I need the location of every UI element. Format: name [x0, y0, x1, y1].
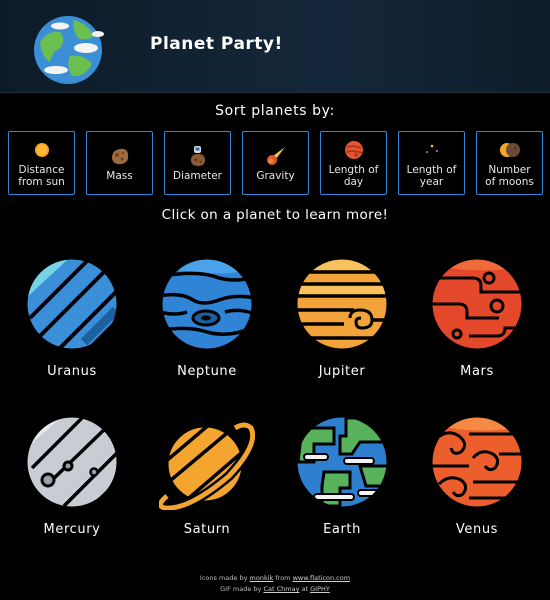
planet-name: Mercury: [43, 522, 101, 537]
icon-credit-line: Icons made by monkik from www.flaticon.c…: [199, 574, 351, 582]
sort-label: Number of moons: [485, 164, 534, 188]
sort-label: Length of year: [406, 164, 457, 188]
planet-name: Saturn: [183, 522, 231, 537]
earth-planet-icon: [294, 414, 390, 510]
sort-label: Length of day: [328, 164, 379, 188]
mercury-icon: [24, 414, 120, 510]
planet-card-mars[interactable]: Mars: [422, 256, 532, 396]
jupiter-icon: [294, 256, 390, 352]
mars-icon: [429, 256, 525, 352]
icon-author-link[interactable]: monkik: [250, 574, 274, 582]
page-title: Planet Party!: [150, 34, 283, 54]
planet-card-neptune[interactable]: Neptune: [152, 256, 262, 396]
sort-mass-button[interactable]: Mass: [86, 131, 153, 195]
uranus-icon: [24, 256, 120, 352]
planet-name: Earth: [323, 522, 361, 537]
mars-planet-icon: [344, 141, 363, 159]
sort-heading: Sort planets by:: [215, 103, 335, 119]
sort-gravity-button[interactable]: Gravity: [242, 131, 309, 195]
asteroid-icon: [111, 148, 128, 165]
astronaut-asteroid-icon: [190, 146, 205, 166]
saturn-icon: [159, 420, 255, 510]
gif-credit-line: GIF made by Cat Chmay at GIPHY: [220, 585, 330, 593]
planet-card-mercury[interactable]: Mercury: [17, 414, 127, 554]
gif-author-link[interactable]: Cat Chmay: [263, 585, 299, 593]
neptune-icon: [159, 256, 255, 352]
sort-diameter-button[interactable]: Diameter: [164, 131, 231, 195]
planet-card-jupiter[interactable]: Jupiter: [287, 256, 397, 396]
planet-name: Jupiter: [318, 364, 366, 379]
planet-card-saturn[interactable]: Saturn: [152, 414, 262, 554]
planet-name: Uranus: [47, 364, 97, 379]
sort-year-length-button[interactable]: Length of year: [398, 131, 465, 195]
sort-label: Mass: [106, 170, 133, 182]
header: Planet Party!: [0, 0, 550, 93]
earth-icon: [34, 16, 104, 84]
planet-name: Mars: [460, 364, 494, 379]
flaticon-link[interactable]: www.flaticon.com: [293, 574, 350, 582]
planet-name: Neptune: [177, 364, 237, 379]
sun-icon: [34, 143, 49, 157]
planet-name: Venus: [455, 522, 499, 537]
sort-label: Diameter: [172, 170, 223, 182]
planet-card-uranus[interactable]: Uranus: [17, 256, 127, 396]
planet-card-earth[interactable]: Earth: [287, 414, 397, 554]
learn-heading: Click on a planet to learn more!: [161, 207, 389, 223]
comet-icon: [266, 147, 285, 165]
planet-card-venus[interactable]: Venus: [422, 414, 532, 554]
giphy-link[interactable]: GIPHY: [310, 585, 330, 593]
sort-label: Gravity: [256, 170, 295, 182]
sort-label: Distance from sun: [18, 164, 65, 188]
sort-distance-button[interactable]: Distance from sun: [8, 131, 75, 195]
sort-moons-button[interactable]: Number of moons: [476, 131, 543, 195]
stars-icon: [425, 144, 438, 153]
sort-options: Distance from sun Mass Diameter Gravity: [8, 131, 544, 195]
sort-day-length-button[interactable]: Length of day: [320, 131, 387, 195]
moons-icon: [499, 143, 520, 157]
venus-icon: [429, 414, 525, 510]
credits-footer: Icons made by monkik from www.flaticon.c…: [0, 573, 550, 595]
